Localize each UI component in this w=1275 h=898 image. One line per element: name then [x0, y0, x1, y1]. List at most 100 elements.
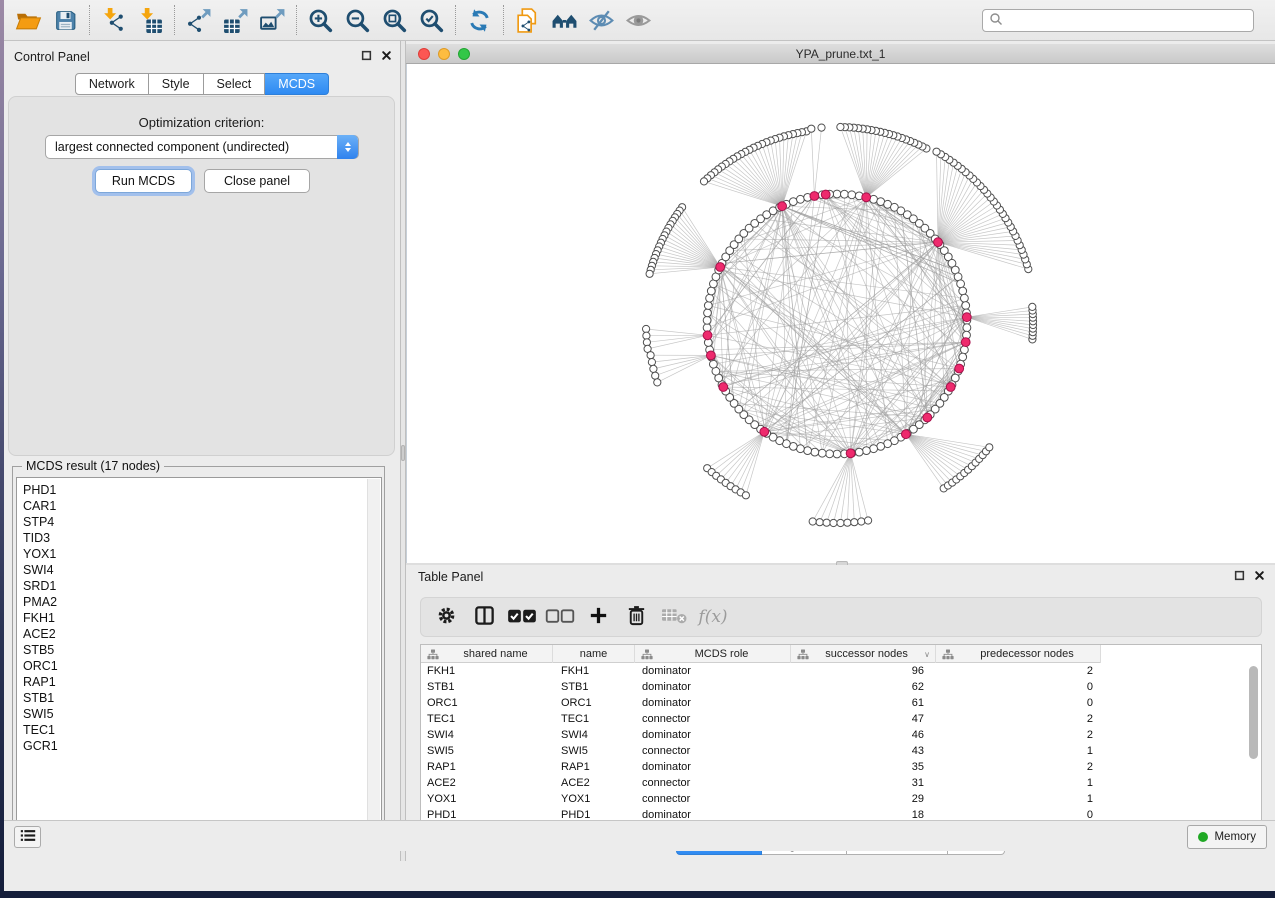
network-window-titlebar[interactable]: YPA_prune.txt_1	[406, 44, 1275, 64]
list-item[interactable]: ACE2	[17, 626, 381, 642]
export-image-button[interactable]	[254, 2, 291, 38]
network-canvas[interactable]	[406, 64, 1275, 563]
sort-icon: ∨	[924, 650, 930, 659]
zoom-in-button[interactable]	[302, 2, 339, 38]
search-box[interactable]	[982, 9, 1254, 32]
table-row[interactable]: SWI5SWI5connector431	[421, 743, 1261, 759]
table-row[interactable]: FKH1FKH1dominator962	[421, 663, 1261, 679]
scrollbar-track[interactable]	[1248, 666, 1259, 826]
list-item[interactable]: FKH1	[17, 610, 381, 626]
list-item[interactable]: TID3	[17, 530, 381, 546]
list-item[interactable]: SWI4	[17, 562, 381, 578]
column-header-MCDS-role[interactable]: MCDS role	[635, 645, 791, 663]
table-header: shared namename MCDS rolesuccessor nodes∨…	[421, 645, 1261, 663]
list-item[interactable]: RAP1	[17, 674, 381, 690]
tab-mcds[interactable]: MCDS	[265, 73, 329, 95]
delete-button[interactable]	[619, 601, 653, 633]
criterion-select[interactable]: largest connected component (undirected)	[45, 135, 359, 159]
table-row[interactable]: ORC1ORC1dominator610	[421, 695, 1261, 711]
deselect-all-button[interactable]	[543, 601, 577, 633]
mcds-result-group: MCDS result (17 nodes) PHD1CAR1STP4TID3Y…	[12, 466, 385, 839]
tab-style[interactable]: Style	[149, 73, 204, 95]
list-item[interactable]: STP4	[17, 514, 381, 530]
list-item[interactable]: SWI5	[17, 706, 381, 722]
table-cell: ACE2	[553, 775, 635, 791]
import-table-icon	[137, 7, 164, 34]
zoom-selected-button[interactable]	[413, 2, 450, 38]
run-mcds-button[interactable]: Run MCDS	[95, 169, 192, 193]
mcds-result-list[interactable]: PHD1CAR1STP4TID3YOX1SWI4SRD1PMA2FKH1ACE2…	[16, 477, 382, 836]
table-row[interactable]: RAP1RAP1dominator352	[421, 759, 1261, 775]
minimize-window-icon[interactable]	[438, 48, 450, 60]
clone-network-button[interactable]	[509, 2, 546, 38]
tab-select[interactable]: Select	[204, 73, 266, 95]
zoom-fit-button[interactable]	[376, 2, 413, 38]
table-cell: SWI4	[421, 727, 553, 743]
open-session-button[interactable]	[10, 2, 47, 38]
table-row[interactable]: SWI4SWI4dominator462	[421, 727, 1261, 743]
refresh-button[interactable]	[461, 2, 498, 38]
scrollbar-thumb[interactable]	[1249, 666, 1258, 759]
column-header-successor-nodes[interactable]: successor nodes∨	[791, 645, 936, 663]
show-columns-button[interactable]	[467, 601, 501, 633]
add-icon	[587, 604, 610, 630]
deselect-all-icon	[545, 606, 575, 628]
hide-selected-button[interactable]	[583, 2, 620, 38]
close-panel-button[interactable]: Close panel	[204, 169, 310, 193]
close-panel-icon[interactable]	[1254, 570, 1265, 584]
import-network-button[interactable]	[95, 2, 132, 38]
list-item[interactable]: ORC1	[17, 658, 381, 674]
search-input[interactable]	[1007, 12, 1247, 30]
list-item[interactable]: YOX1	[17, 546, 381, 562]
zoom-out-button[interactable]	[339, 2, 376, 38]
table-panel-title: Table Panel	[418, 570, 483, 584]
maximize-window-icon[interactable]	[458, 48, 470, 60]
column-label: MCDS role	[653, 648, 790, 660]
select-all-button[interactable]	[505, 601, 539, 633]
table-cell: ACE2	[421, 775, 553, 791]
list-item[interactable]: STB1	[17, 690, 381, 706]
memory-status-icon	[1198, 832, 1208, 842]
table-row[interactable]: YOX1YOX1connector291	[421, 791, 1261, 807]
column-header-shared-name[interactable]: shared name	[421, 645, 553, 663]
table-options-button[interactable]	[429, 601, 463, 633]
scrollbar-track[interactable]	[367, 479, 380, 834]
table-row[interactable]: STB1STB1dominator620	[421, 679, 1261, 695]
table-cell: 96	[791, 663, 936, 679]
export-network-button[interactable]	[180, 2, 217, 38]
list-item[interactable]: STB5	[17, 642, 381, 658]
save-session-button[interactable]	[47, 2, 84, 38]
table-row[interactable]: ACE2ACE2connector311	[421, 775, 1261, 791]
node-table: shared namename MCDS rolesuccessor nodes∨…	[420, 644, 1262, 829]
toolbar-separator	[503, 5, 504, 35]
show-all-button	[620, 2, 657, 38]
splitter-handle[interactable]	[401, 445, 405, 461]
network-graph[interactable]	[407, 64, 1275, 563]
float-panel-icon[interactable]	[361, 50, 372, 61]
export-table-button[interactable]	[217, 2, 254, 38]
column-header-name[interactable]: name	[553, 645, 635, 663]
list-item[interactable]: TEC1	[17, 722, 381, 738]
list-item[interactable]: SRD1	[17, 578, 381, 594]
close-window-icon[interactable]	[418, 48, 430, 60]
list-item[interactable]: PHD1	[17, 482, 381, 498]
table-row[interactable]: TEC1TEC1connector472	[421, 711, 1261, 727]
float-panel-icon[interactable]	[1234, 570, 1245, 584]
table-cell: 0	[936, 679, 1101, 695]
find-button[interactable]	[546, 2, 583, 38]
list-item[interactable]: PMA2	[17, 594, 381, 610]
add-button[interactable]	[581, 601, 615, 633]
list-item[interactable]: CAR1	[17, 498, 381, 514]
show-tasks-button[interactable]	[14, 826, 41, 848]
column-header-predecessor-nodes[interactable]: predecessor nodes	[936, 645, 1101, 663]
memory-button[interactable]: Memory	[1187, 825, 1267, 849]
close-panel-icon[interactable]	[381, 50, 392, 61]
table-cell: dominator	[635, 759, 791, 775]
export-table-icon	[222, 7, 249, 34]
table-cell: 2	[936, 663, 1101, 679]
select-all-icon	[507, 606, 537, 628]
import-table-button[interactable]	[132, 2, 169, 38]
list-item[interactable]: GCR1	[17, 738, 381, 754]
tab-network[interactable]: Network	[75, 73, 149, 95]
folder-open-icon	[15, 7, 42, 34]
